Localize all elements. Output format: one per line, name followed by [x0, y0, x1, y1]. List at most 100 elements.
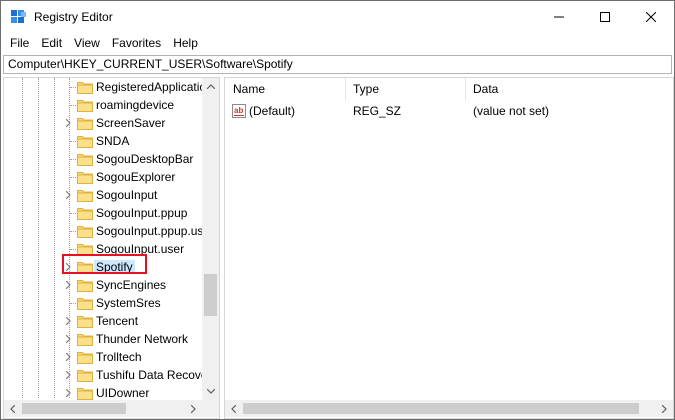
menu-file[interactable]: File	[4, 33, 35, 54]
tree-item-label: UIDowner	[96, 386, 150, 400]
tree-item[interactable]: Trolltech	[4, 348, 202, 366]
value-data: (value not set)	[473, 104, 550, 118]
tree-item[interactable]: RegisteredApplicatic	[4, 78, 206, 96]
tree-item-label: Thunder Network	[96, 332, 189, 346]
title-bar[interactable]: Registry Editor	[1, 1, 674, 33]
tree-item[interactable]: SogouInput	[4, 186, 202, 204]
chevron-right-icon	[65, 335, 71, 343]
list-horizontal-scroll-thumb[interactable]	[243, 403, 639, 414]
tree-item[interactable]: SogouExplorer	[4, 168, 202, 186]
scroll-left-arrow[interactable]	[225, 400, 242, 417]
folder-icon	[77, 226, 93, 238]
registry-editor-window: Registry Editor File Edit View Favorites…	[0, 0, 675, 420]
chevron-right-icon	[65, 371, 71, 379]
folder-icon	[77, 388, 93, 400]
folder-icon	[77, 136, 93, 148]
tree-item-label: SystemSres	[96, 296, 161, 310]
menu-view[interactable]: View	[68, 33, 106, 54]
column-header-type[interactable]: Type	[353, 82, 379, 96]
folder-icon	[77, 316, 93, 328]
list-horizontal-scrollbar[interactable]	[225, 400, 673, 417]
folder-icon	[77, 280, 93, 292]
menu-bar: File Edit View Favorites Help	[1, 33, 674, 54]
tree-item[interactable]: SogouInput.ppup	[4, 204, 202, 222]
close-button[interactable]	[628, 1, 674, 33]
tree-item-label: roamingdevice	[96, 98, 175, 112]
expand-toggle[interactable]	[63, 189, 73, 201]
chevron-right-icon	[65, 191, 71, 199]
chevron-left-icon	[10, 404, 15, 413]
folder-icon	[77, 370, 93, 382]
scroll-right-arrow[interactable]	[656, 400, 673, 417]
tree-item-label: SogouInput	[96, 188, 158, 202]
column-divider[interactable]	[345, 78, 346, 100]
chevron-up-icon	[206, 84, 215, 89]
column-header-name[interactable]: Name	[233, 82, 265, 96]
svg-text:ab: ab	[234, 106, 243, 115]
maximize-button[interactable]	[582, 1, 628, 33]
window-title: Registry Editor	[34, 10, 113, 24]
chevron-right-icon	[65, 119, 71, 127]
value-type: REG_SZ	[353, 104, 402, 118]
expand-toggle[interactable]	[63, 369, 73, 381]
tree-item[interactable]: Tencent	[4, 312, 202, 330]
folder-icon	[77, 172, 93, 184]
minimize-button[interactable]	[536, 1, 582, 33]
list-item[interactable]: ab (Default) REG_SZ (value not set)	[225, 102, 673, 120]
tree-item[interactable]: SogouInput.ppup.us	[4, 222, 203, 240]
folder-icon	[77, 334, 93, 346]
tree-item[interactable]: roamingdevice	[4, 96, 202, 114]
chevron-right-icon	[65, 281, 71, 289]
expand-toggle[interactable]	[63, 333, 73, 345]
minimize-icon	[554, 16, 564, 18]
folder-icon	[77, 100, 93, 112]
folder-icon	[77, 352, 93, 364]
tree-item-label: SyncEngines	[96, 278, 167, 292]
column-divider[interactable]	[465, 78, 466, 100]
values-list-pane[interactable]: Name Type Data ab (Default) REG_SZ (valu…	[224, 77, 674, 419]
chevron-right-icon	[662, 404, 667, 413]
tree-item-label: Tushifu Data Recove	[96, 368, 208, 382]
address-bar[interactable]: Computer\HKEY_CURRENT_USER\Software\Spot…	[3, 55, 672, 74]
tree-horizontal-scroll-thumb[interactable]	[22, 403, 126, 414]
expand-toggle[interactable]	[63, 279, 73, 291]
list-header: Name Type Data	[225, 78, 673, 100]
value-name: (Default)	[249, 104, 296, 118]
tree-item[interactable]: SystemSres	[4, 294, 202, 312]
scroll-left-arrow[interactable]	[4, 400, 21, 417]
tree-vertical-scroll-thumb[interactable]	[204, 274, 217, 316]
expand-toggle[interactable]	[63, 351, 73, 363]
chevron-right-icon	[65, 353, 71, 361]
menu-favorites[interactable]: Favorites	[106, 33, 167, 54]
tree-item[interactable]: SyncEngines	[4, 276, 202, 294]
spotify-highlight-box	[62, 254, 147, 274]
tree-horizontal-scrollbar[interactable]	[4, 400, 202, 417]
menu-help[interactable]: Help	[167, 33, 204, 54]
chevron-left-icon	[231, 404, 236, 413]
column-header-data[interactable]: Data	[473, 82, 498, 96]
scroll-down-arrow[interactable]	[202, 383, 219, 400]
expand-toggle[interactable]	[63, 387, 73, 399]
tree-item-label: SogouDesktopBar	[96, 152, 194, 166]
folder-icon	[77, 82, 93, 94]
string-value-icon: ab	[232, 104, 246, 118]
tree-item-label: ScreenSaver	[96, 116, 166, 130]
expand-toggle[interactable]	[63, 117, 73, 129]
menu-edit[interactable]: Edit	[35, 33, 68, 54]
registry-editor-icon	[11, 10, 26, 23]
tree-item[interactable]: ScreenSaver	[4, 114, 202, 132]
tree-item[interactable]: SogouDesktopBar	[4, 150, 202, 168]
tree-item[interactable]: Tushifu Data Recove	[4, 366, 208, 384]
key-tree-pane[interactable]: RegisteredApplicatic roamingdevice ScreenS…	[3, 77, 220, 419]
tree-item[interactable]: SNDA	[4, 132, 202, 150]
maximize-icon	[600, 12, 610, 22]
folder-icon	[77, 190, 93, 202]
scroll-up-arrow[interactable]	[202, 78, 219, 95]
tree-item[interactable]: Thunder Network	[4, 330, 202, 348]
expand-toggle[interactable]	[63, 315, 73, 327]
tree-item-label: RegisteredApplicatic	[96, 80, 206, 94]
folder-icon	[77, 298, 93, 310]
tree-vertical-scrollbar[interactable]	[202, 78, 219, 400]
scroll-right-arrow[interactable]	[185, 400, 202, 417]
tree-item-label: SNDA	[96, 134, 130, 148]
